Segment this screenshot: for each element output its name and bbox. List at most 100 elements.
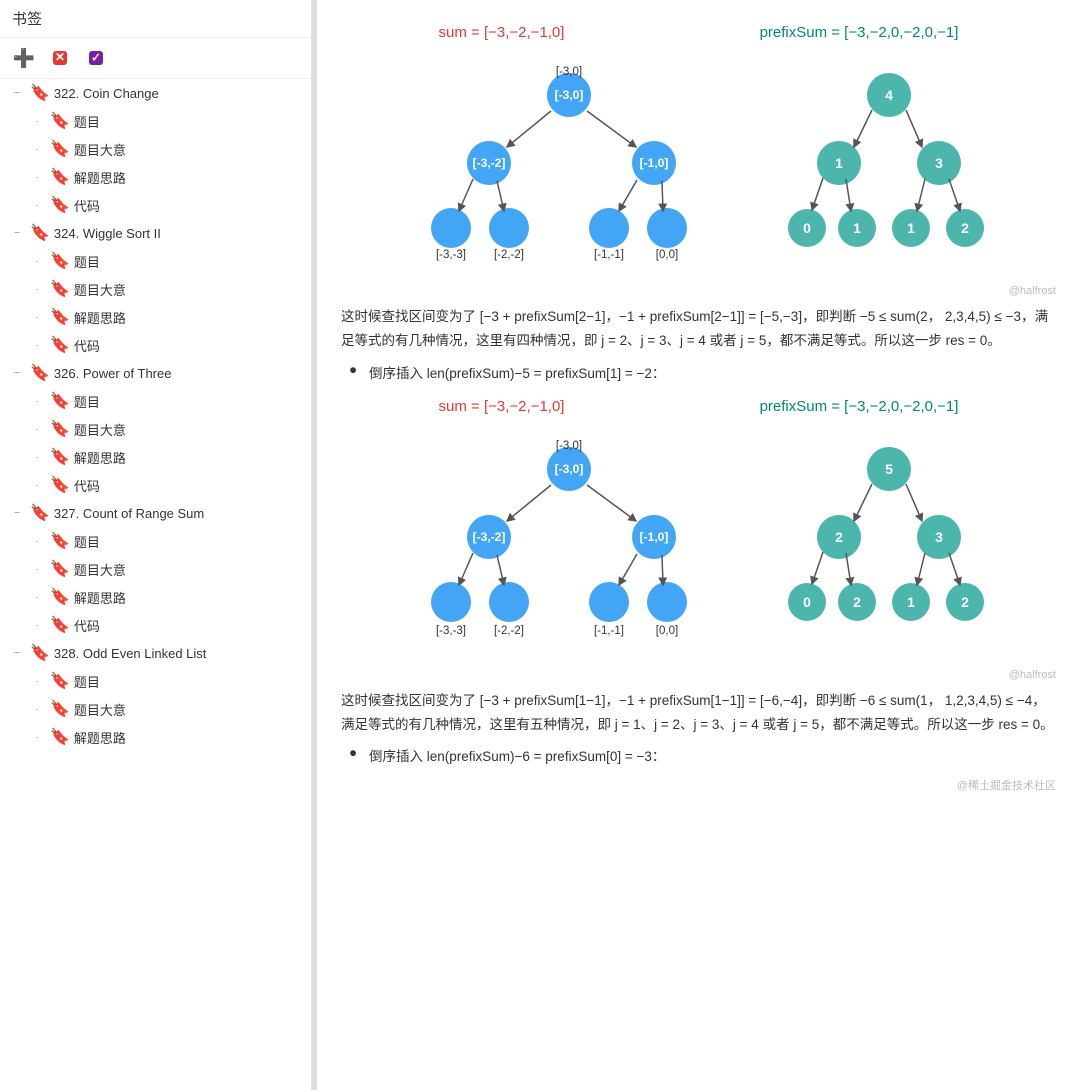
teal-tree-1: 4 1 3 0 1 1 2	[779, 53, 999, 273]
sidebar-label-328-ty: 题目大意	[74, 700, 126, 719]
sidebar-item-324-ti[interactable]: · 🔖 题目	[0, 247, 311, 275]
sidebar-item-322-dm[interactable]: · 🔖 代码	[0, 191, 311, 219]
svg-text:[-2,-2]: [-2,-2]	[493, 249, 523, 261]
indent-327-jt: ·	[28, 588, 46, 606]
bookmark-icon-326-dm: 🔖	[50, 475, 70, 495]
bullet-dot-1: ●	[349, 362, 363, 377]
indent-326-ty: ·	[28, 420, 46, 438]
svg-text:1: 1	[907, 594, 915, 610]
svg-text:3: 3	[935, 529, 943, 545]
sidebar-label-327: 327. Count of Range Sum	[54, 506, 204, 521]
collapse-icon-322[interactable]: −	[8, 84, 26, 102]
bookmark-icon-324-ti: 🔖	[50, 251, 70, 271]
sidebar-item-322-ty[interactable]: · 🔖 题目大意	[0, 135, 311, 163]
sidebar-item-322-ti[interactable]: · 🔖 题目	[0, 107, 311, 135]
sidebar-item-324-jt[interactable]: · 🔖 解题思路	[0, 303, 311, 331]
indent-322-dm: ·	[28, 196, 46, 214]
bookmark-icon-327-ti: 🔖	[50, 531, 70, 551]
sidebar-label-324-jt: 解题思路	[74, 308, 126, 327]
bookmark-icon-328-jt: 🔖	[50, 727, 70, 747]
svg-text:[-1,0]: [-1,0]	[639, 156, 668, 170]
formula-line-1: sum = [−3,−2,−1,0] prefixSum = [−3,−2,0,…	[341, 24, 1056, 41]
bookmark-icon-322-ti: 🔖	[50, 111, 70, 131]
sidebar-label-322-jt: 解题思路	[74, 168, 126, 187]
delete-bookmark-button[interactable]: ✕	[46, 44, 74, 72]
sidebar-label-328-jt: 解题思路	[74, 728, 126, 747]
sidebar-item-327-ty[interactable]: · 🔖 题目大意	[0, 555, 311, 583]
section-2: sum = [−3,−2,−1,0] prefixSum = [−3,−2,0,…	[341, 398, 1056, 794]
desc-text-2: 这时候查找区间变为了 [−3 + prefixSum[1−1]，−1 + pre…	[341, 689, 1056, 738]
svg-text:4: 4	[885, 87, 893, 103]
indent-328-ti: ·	[28, 672, 46, 690]
sidebar-item-327-dm[interactable]: · 🔖 代码	[0, 611, 311, 639]
sidebar-item-326-dm[interactable]: · 🔖 代码	[0, 471, 311, 499]
svg-text:2: 2	[961, 220, 969, 236]
indent-324-ti: ·	[28, 252, 46, 270]
sidebar-label-328: 328. Odd Even Linked List	[54, 646, 207, 661]
sidebar-item-326-ty[interactable]: · 🔖 题目大意	[0, 415, 311, 443]
bookmark-icon-322-ty: 🔖	[50, 139, 70, 159]
svg-text:✓: ✓	[91, 51, 101, 65]
svg-text:[-2,-2]: [-2,-2]	[493, 625, 523, 637]
svg-text:1: 1	[907, 220, 915, 236]
sidebar-label-327-ty: 题目大意	[74, 560, 126, 579]
collapse-icon-326[interactable]: −	[8, 364, 26, 382]
bookmark-icon-328-ty: 🔖	[50, 699, 70, 719]
svg-text:✕: ✕	[55, 50, 65, 64]
indent-324-ty: ·	[28, 280, 46, 298]
bookmark-icon-326-ti: 🔖	[50, 391, 70, 411]
add-bookmark-button[interactable]: ➕	[10, 44, 38, 72]
indent-327-ti: ·	[28, 532, 46, 550]
indent-326-ti: ·	[28, 392, 46, 410]
resize-handle[interactable]	[312, 0, 317, 1090]
sidebar-item-324[interactable]: − 🔖 324. Wiggle Sort II	[0, 219, 311, 247]
sum-label-1: sum = [−3,−2,−1,0]	[439, 24, 565, 41]
sidebar-label-324-ty: 题目大意	[74, 280, 126, 299]
sidebar-item-328-jt[interactable]: · 🔖 解题思路	[0, 723, 311, 751]
bookmark-icon-326-ty: 🔖	[50, 419, 70, 439]
sidebar-item-322-jt[interactable]: · 🔖 解题思路	[0, 163, 311, 191]
svg-text:[-3,-2]: [-3,-2]	[472, 530, 505, 544]
bookmark-icon-327-ty: 🔖	[50, 559, 70, 579]
sidebar-label-326-ti: 题目	[74, 392, 100, 411]
svg-text:[-3,-2]: [-3,-2]	[472, 156, 505, 170]
sidebar-item-324-ty[interactable]: · 🔖 题目大意	[0, 275, 311, 303]
watermark-3: @稀土掘金技术社区	[341, 777, 1056, 793]
svg-text:[-3,-3]: [-3,-3]	[435, 249, 465, 261]
svg-text:[-1,0]: [-1,0]	[639, 530, 668, 544]
edit-bookmark-button[interactable]: ✓	[82, 44, 110, 72]
sidebar-item-327-jt[interactable]: · 🔖 解题思路	[0, 583, 311, 611]
bookmark-icon-328-ti: 🔖	[50, 671, 70, 691]
indent-326-jt: ·	[28, 448, 46, 466]
svg-text:[-1,-1]: [-1,-1]	[593, 249, 623, 261]
bookmark-icon-322: 🔖	[30, 83, 50, 103]
sidebar-item-326-ti[interactable]: · 🔖 题目	[0, 387, 311, 415]
bookmark-icon-327-dm: 🔖	[50, 615, 70, 635]
sidebar-label-328-ti: 题目	[74, 672, 100, 691]
sidebar-item-327-ti[interactable]: · 🔖 题目	[0, 527, 311, 555]
sidebar-item-328-ti[interactable]: · 🔖 题目	[0, 667, 311, 695]
sidebar-label-324-dm: 代码	[74, 336, 100, 355]
sidebar-item-328-ty[interactable]: · 🔖 题目大意	[0, 695, 311, 723]
sidebar-item-327[interactable]: − 🔖 327. Count of Range Sum	[0, 499, 311, 527]
sidebar-item-328[interactable]: − 🔖 328. Odd Even Linked List	[0, 639, 311, 667]
sidebar-item-326-jt[interactable]: · 🔖 解题思路	[0, 443, 311, 471]
svg-text:0: 0	[803, 220, 811, 236]
indent-324-jt: ·	[28, 308, 46, 326]
collapse-icon-324[interactable]: −	[8, 224, 26, 242]
collapse-icon-327[interactable]: −	[8, 504, 26, 522]
sidebar-label-326: 326. Power of Three	[54, 366, 172, 381]
sidebar-label-322-dm: 代码	[74, 196, 100, 215]
watermark-2: @halfrost	[341, 669, 1056, 681]
sidebar-label-324-ti: 题目	[74, 252, 100, 271]
sidebar-item-322[interactable]: − 🔖 322. Coin Change	[0, 79, 311, 107]
svg-text:[-1,-1]: [-1,-1]	[593, 625, 623, 637]
sidebar-label-327-jt: 解题思路	[74, 588, 126, 607]
sidebar-item-326[interactable]: − 🔖 326. Power of Three	[0, 359, 311, 387]
bst-tree-1: [-3,0] [-3,-2] [-1,0]	[399, 53, 739, 273]
collapse-icon-328[interactable]: −	[8, 644, 26, 662]
watermark-1: @halfrost	[341, 285, 1056, 297]
indent-327-ty: ·	[28, 560, 46, 578]
sidebar-label-326-jt: 解题思路	[74, 448, 126, 467]
sidebar-item-324-dm[interactable]: · 🔖 代码	[0, 331, 311, 359]
